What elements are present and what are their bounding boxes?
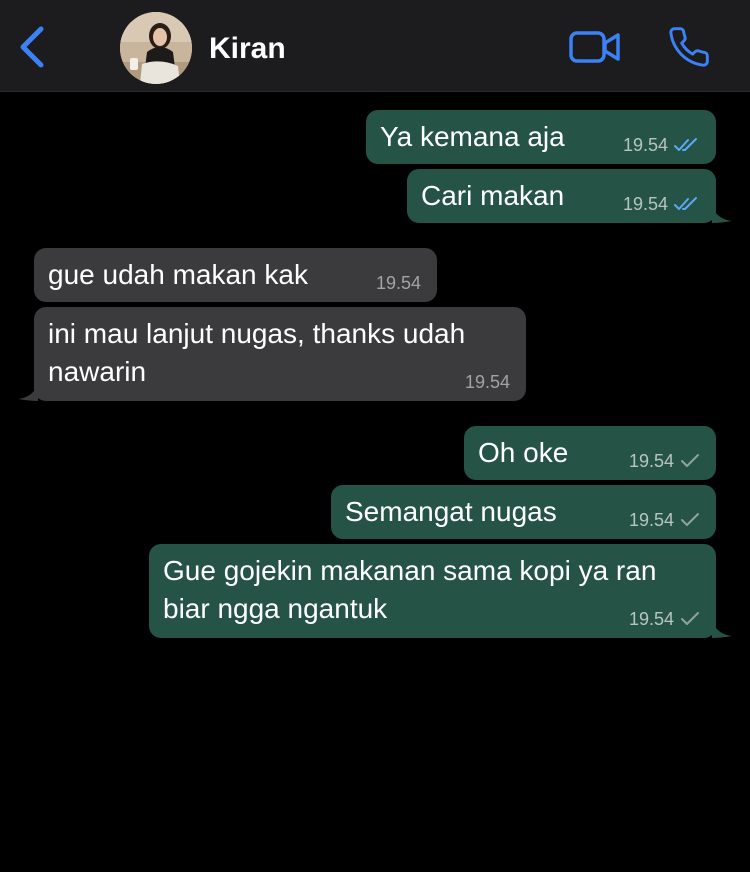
back-button[interactable]	[12, 22, 52, 72]
outgoing-message[interactable]: Ya kemana aja 19.54	[366, 110, 716, 164]
double-check-icon	[674, 138, 697, 151]
check-icon	[681, 513, 699, 526]
message-time: 19.54	[622, 194, 668, 214]
outgoing-message[interactable]: Gue gojekin makanan sama kopi ya ran bia…	[149, 544, 732, 638]
message-time: 19.54	[464, 372, 510, 392]
message-meta: 19.54	[629, 451, 700, 471]
video-camera-icon	[569, 31, 620, 63]
message-meta: 19.54	[465, 372, 510, 392]
message-text: Gue gojekin makanan sama kopi ya ran bia…	[163, 555, 665, 624]
message-meta: 19.54	[623, 135, 700, 155]
message-meta: 19.54	[623, 194, 700, 214]
chevron-left-icon	[20, 26, 44, 68]
message-time: 19.54	[628, 451, 674, 471]
message-time: 19.54	[622, 135, 668, 155]
bubble-tail	[712, 620, 732, 638]
incoming-message[interactable]: gue udah makan kak 19.54	[34, 248, 437, 302]
voice-call-button[interactable]	[664, 22, 714, 72]
message-time: 19.54	[628, 609, 674, 629]
phone-icon	[669, 27, 709, 67]
message-time: 19.54	[375, 273, 421, 293]
outgoing-message[interactable]: Cari makan 19.54	[407, 169, 732, 223]
chat-header: Kiran	[0, 0, 750, 92]
avatar[interactable]	[120, 12, 192, 84]
avatar-image	[120, 12, 192, 84]
bubble-tail	[18, 383, 38, 401]
contact-name[interactable]: Kiran	[209, 30, 286, 68]
message-text: ini mau lanjut nugas, thanks udah nawari…	[48, 318, 473, 387]
message-time: 19.54	[628, 510, 674, 530]
message-meta: 19.54	[629, 510, 700, 530]
check-icon	[681, 454, 699, 467]
message-meta: 19.54	[629, 609, 700, 629]
incoming-message[interactable]: ini mau lanjut nugas, thanks udah nawari…	[18, 307, 526, 401]
message-text: gue udah makan kak	[48, 259, 308, 290]
check-icon	[681, 612, 699, 625]
message-meta: 19.54	[376, 273, 421, 293]
video-call-button[interactable]	[566, 24, 624, 70]
bubble-tail	[712, 205, 732, 223]
outgoing-message[interactable]: Oh oke 19.54	[464, 426, 716, 480]
outgoing-message[interactable]: Semangat nugas 19.54	[331, 485, 716, 539]
double-check-icon	[674, 197, 697, 210]
